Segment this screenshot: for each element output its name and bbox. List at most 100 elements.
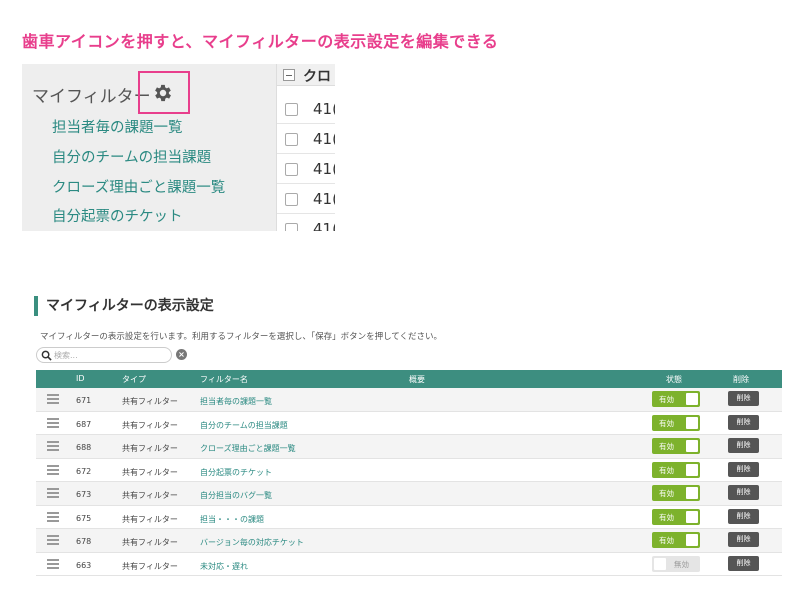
status-label: 無効: [674, 559, 689, 569]
column-header-delete: 削除: [733, 375, 749, 384]
filter-name-link[interactable]: 自分起票のチケット: [200, 467, 272, 478]
sidebar-link[interactable]: 自分のチームの担当課題: [52, 146, 211, 167]
filter-type: 共有フィルター: [122, 514, 178, 524]
status-toggle[interactable]: 有効: [652, 532, 700, 548]
select-all-checkbox[interactable]: [283, 69, 295, 81]
status-toggle[interactable]: 有効: [652, 461, 700, 478]
drag-handle-icon[interactable]: [47, 535, 59, 545]
sidebar-link[interactable]: 自分起票のチケット: [52, 205, 183, 226]
row-number: 41(: [313, 220, 335, 231]
row-number: 41(: [313, 190, 335, 208]
filter-id: 675: [76, 513, 92, 523]
row-checkbox[interactable]: [285, 103, 298, 116]
filter-id: 672: [76, 466, 92, 476]
toggle-knob: [686, 510, 698, 523]
delete-button[interactable]: 削除: [728, 555, 759, 571]
drag-handle-icon[interactable]: [47, 464, 59, 475]
list-row: 41(: [277, 154, 335, 184]
filter-name-link[interactable]: バージョン毎の対応チケット: [200, 537, 304, 548]
filter-type: 共有フィルター: [122, 444, 178, 453]
delete-button[interactable]: 削除: [728, 414, 759, 430]
filter-type: 共有フィルター: [122, 491, 178, 500]
gear-highlight: [138, 71, 190, 114]
row-checkbox[interactable]: [285, 163, 298, 176]
screenshot-crop: マイフィルター 担当者毎の課題一覧 自分のチームの担当課題 クローズ理由ごと課題…: [22, 64, 335, 231]
row-checkbox[interactable]: [285, 193, 298, 206]
sidebar-link[interactable]: クローズ理由ごと課題一覧: [52, 176, 225, 197]
table-row: 672 共有フィルター 自分起票のチケット 有効 削除: [36, 459, 782, 482]
filter-type: 共有フィルター: [122, 420, 178, 430]
toggle-knob: [686, 534, 698, 546]
filter-name-link[interactable]: 自分のチームの担当課題: [200, 420, 288, 431]
drag-handle-icon[interactable]: [47, 558, 59, 569]
status-toggle[interactable]: 有効: [652, 391, 700, 407]
status-label: 有効: [659, 395, 674, 404]
status-toggle[interactable]: 有効: [652, 485, 700, 501]
status-label: 有効: [659, 512, 674, 522]
delete-button[interactable]: 削除: [728, 485, 759, 500]
row-checkbox[interactable]: [285, 133, 298, 146]
delete-button[interactable]: 削除: [728, 532, 759, 547]
delete-button[interactable]: 削除: [728, 508, 759, 524]
delete-button[interactable]: 削除: [728, 461, 759, 477]
column-header-summary: 概要: [409, 375, 425, 384]
filter-name-link[interactable]: クローズ理由ごと課題一覧: [200, 443, 296, 454]
drag-handle-icon[interactable]: [47, 394, 59, 404]
sidebar-link[interactable]: 担当者毎の課題一覧: [52, 116, 183, 137]
list-row: 41(: [277, 94, 335, 124]
status-toggle[interactable]: 有効: [652, 438, 700, 454]
gear-icon[interactable]: [152, 82, 174, 104]
headline: 歯車アイコンを押すと、マイフィルターの表示設定を編集できる: [22, 32, 499, 51]
sidebar: マイフィルター 担当者毎の課題一覧 自分のチームの担当課題 クローズ理由ごと課題…: [22, 64, 276, 231]
table-row: 671 共有フィルター 担当者毎の課題一覧 有効 削除: [36, 388, 782, 412]
delete-button[interactable]: 削除: [728, 438, 759, 453]
filter-type: 共有フィルター: [122, 397, 178, 406]
status-label: 有効: [659, 536, 674, 545]
list-header-label: クロ: [303, 69, 331, 85]
filter-name-link[interactable]: 自分担当のバグ一覧: [200, 490, 272, 501]
status-label: 有効: [659, 442, 674, 451]
table-row: 678 共有フィルター バージョン毎の対応チケット 有効 削除: [36, 529, 782, 553]
status-label: 有効: [659, 489, 674, 498]
column-header-type: タイプ: [122, 375, 146, 384]
filter-name-link[interactable]: 担当・・・の課題: [200, 514, 264, 525]
row-number: 41(: [313, 100, 335, 118]
filter-id: 688: [76, 443, 92, 452]
table-row: 675 共有フィルター 担当・・・の課題 有効 削除: [36, 506, 782, 529]
filter-type: 共有フィルター: [122, 467, 178, 477]
status-toggle[interactable]: 有効: [652, 508, 700, 525]
drag-handle-icon[interactable]: [47, 488, 59, 498]
delete-button[interactable]: 削除: [728, 391, 759, 406]
drag-handle-icon[interactable]: [47, 441, 59, 451]
drag-handle-icon[interactable]: [47, 511, 59, 522]
status-label: 有効: [659, 465, 674, 475]
filter-name-link[interactable]: 担当者毎の課題一覧: [200, 396, 272, 407]
table-row: 687 共有フィルター 自分のチームの担当課題 有効 削除: [36, 412, 782, 435]
table-row: 663 共有フィルター 未対応・遅れ 無効 削除: [36, 553, 782, 576]
table-row: 688 共有フィルター クローズ理由ごと課題一覧 有効 削除: [36, 435, 782, 459]
toggle-knob: [686, 416, 698, 429]
column-header-status: 状態: [666, 375, 682, 384]
row-checkbox[interactable]: [285, 223, 298, 231]
list-header: クロ: [277, 64, 335, 86]
status-toggle[interactable]: 無効: [652, 555, 700, 572]
list-row: 41(: [277, 184, 335, 214]
table-row: 673 共有フィルター 自分担当のバグ一覧 有効 削除: [36, 482, 782, 506]
clear-search-icon[interactable]: ×: [176, 349, 187, 360]
search-input[interactable]: [54, 349, 166, 361]
status-toggle[interactable]: 有効: [652, 414, 700, 431]
list-row: 41(: [277, 124, 335, 154]
row-number: 41(: [313, 160, 335, 178]
table-body: 671 共有フィルター 担当者毎の課題一覧 有効 削除 687 共有フィルター 自分のチームの…: [36, 388, 782, 576]
page-title: マイフィルターの表示設定: [34, 296, 214, 316]
filter-type: 共有フィルター: [122, 538, 178, 547]
sidebar-title: マイフィルター: [32, 87, 151, 107]
filter-name-link[interactable]: 未対応・遅れ: [200, 561, 248, 572]
drag-handle-icon[interactable]: [47, 417, 59, 428]
row-number: 41(: [313, 130, 335, 148]
status-label: 有効: [659, 418, 674, 428]
filter-id: 673: [76, 490, 92, 499]
toggle-knob: [686, 487, 698, 499]
filter-id: 678: [76, 537, 92, 546]
toggle-knob: [686, 440, 698, 452]
